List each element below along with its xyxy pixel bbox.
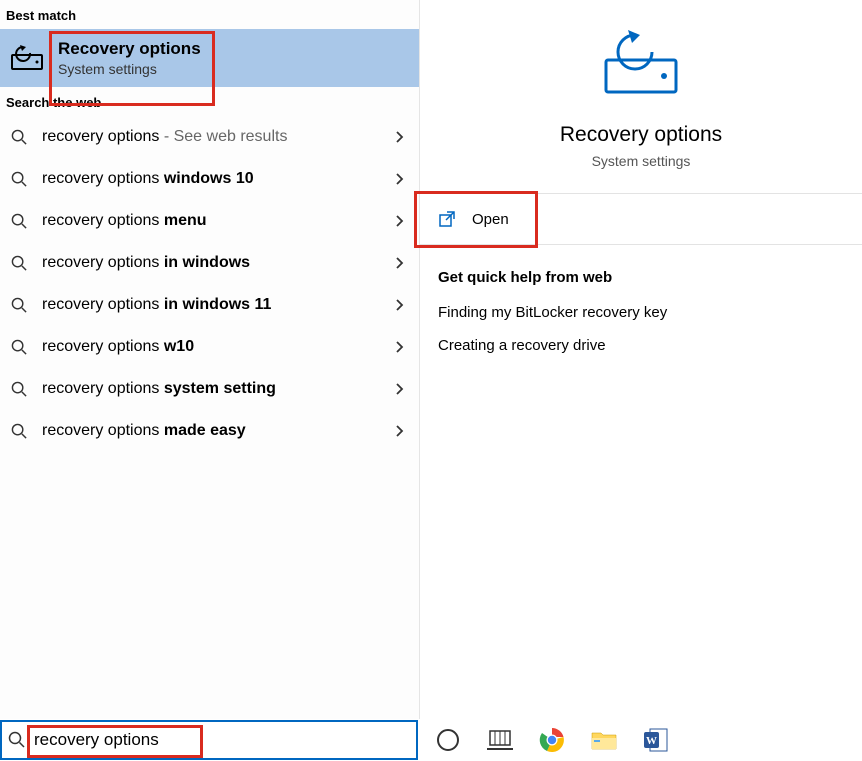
best-match-title: Recovery options bbox=[58, 39, 201, 59]
web-result-item[interactable]: recovery options made easy bbox=[0, 410, 419, 452]
web-result-text: recovery options system setting bbox=[42, 380, 379, 398]
recovery-large-icon bbox=[602, 30, 680, 99]
help-link[interactable]: Finding my BitLocker recovery key bbox=[438, 304, 844, 321]
search-icon bbox=[10, 296, 28, 314]
file-explorer-icon[interactable] bbox=[590, 726, 618, 754]
search-box[interactable] bbox=[0, 720, 418, 760]
web-result-item[interactable]: recovery options - See web results bbox=[0, 116, 419, 158]
cortana-icon[interactable] bbox=[434, 726, 462, 754]
chevron-right-icon bbox=[393, 173, 407, 185]
open-label: Open bbox=[472, 211, 509, 228]
chevron-right-icon bbox=[393, 299, 407, 311]
web-result-text: recovery options - See web results bbox=[42, 128, 379, 146]
chrome-icon[interactable] bbox=[538, 726, 566, 754]
best-match-item[interactable]: Recovery options System settings bbox=[0, 29, 419, 87]
details-panel: Recovery options System settings Open Ge… bbox=[420, 0, 862, 719]
web-result-text: recovery options in windows bbox=[42, 254, 379, 272]
search-icon bbox=[10, 170, 28, 188]
web-result-item[interactable]: recovery options windows 10 bbox=[0, 158, 419, 200]
help-title: Get quick help from web bbox=[438, 269, 844, 286]
recovery-icon bbox=[10, 41, 44, 75]
svg-text:W: W bbox=[646, 735, 657, 747]
search-icon bbox=[10, 380, 28, 398]
web-result-text: recovery options windows 10 bbox=[42, 170, 379, 188]
web-results-list: recovery options - See web results recov… bbox=[0, 116, 419, 452]
search-icon bbox=[8, 731, 26, 749]
search-web-header: Search the web bbox=[0, 87, 419, 116]
word-icon[interactable]: W bbox=[642, 726, 670, 754]
detail-subtitle: System settings bbox=[592, 153, 691, 169]
web-result-item[interactable]: recovery options in windows 11 bbox=[0, 284, 419, 326]
chevron-right-icon bbox=[393, 341, 407, 353]
help-link[interactable]: Creating a recovery drive bbox=[438, 337, 844, 354]
web-result-item[interactable]: recovery options system setting bbox=[0, 368, 419, 410]
open-external-icon bbox=[438, 210, 456, 228]
web-result-text: recovery options made easy bbox=[42, 422, 379, 440]
search-icon bbox=[10, 422, 28, 440]
search-icon bbox=[10, 254, 28, 272]
best-match-subtitle: System settings bbox=[58, 61, 201, 77]
task-view-icon[interactable] bbox=[486, 726, 514, 754]
search-input[interactable] bbox=[34, 730, 410, 750]
chevron-right-icon bbox=[393, 425, 407, 437]
web-result-text: recovery options menu bbox=[42, 212, 379, 230]
web-result-text: recovery options in windows 11 bbox=[42, 296, 379, 314]
search-icon bbox=[10, 128, 28, 146]
detail-title: Recovery options bbox=[560, 123, 722, 147]
open-button[interactable]: Open bbox=[420, 194, 862, 244]
web-result-item[interactable]: recovery options w10 bbox=[0, 326, 419, 368]
search-results-panel: Best match Recovery options System setti… bbox=[0, 0, 420, 719]
best-match-header: Best match bbox=[0, 0, 419, 29]
taskbar: W bbox=[0, 719, 862, 761]
chevron-right-icon bbox=[393, 383, 407, 395]
web-result-item[interactable]: recovery options in windows bbox=[0, 242, 419, 284]
search-icon bbox=[10, 338, 28, 356]
web-result-item[interactable]: recovery options menu bbox=[0, 200, 419, 242]
web-result-text: recovery options w10 bbox=[42, 338, 379, 356]
search-icon bbox=[10, 212, 28, 230]
chevron-right-icon bbox=[393, 215, 407, 227]
chevron-right-icon bbox=[393, 257, 407, 269]
chevron-right-icon bbox=[393, 131, 407, 143]
